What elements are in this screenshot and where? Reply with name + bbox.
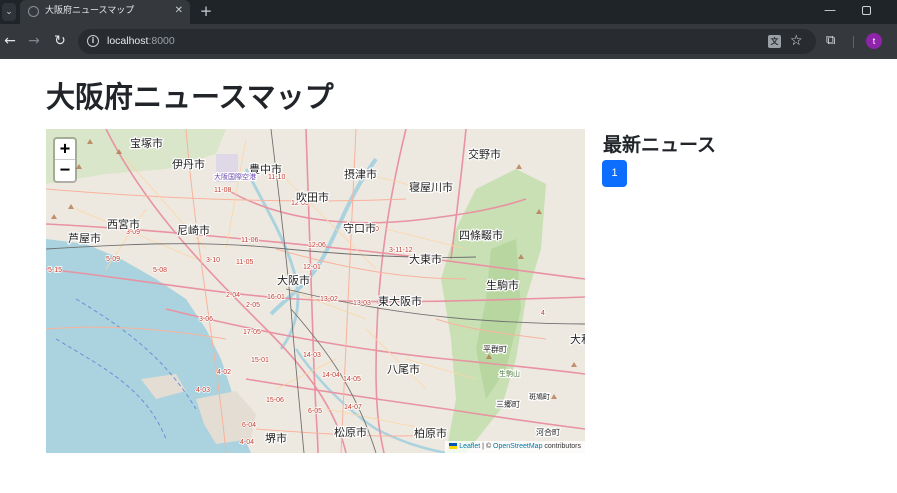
url-text: localhost:8000 (107, 35, 175, 47)
svg-text:4-03: 4-03 (196, 387, 210, 394)
svg-text:15-01: 15-01 (251, 357, 269, 364)
map-attribution: Leaflet | © OpenStreetMap contributors (445, 441, 585, 453)
svg-text:平群町: 平群町 (483, 344, 507, 354)
svg-text:11-08: 11-08 (214, 187, 231, 194)
svg-text:大東市: 大東市 (409, 252, 442, 266)
zoom-out-button[interactable]: − (55, 160, 75, 181)
svg-text:摂津市: 摂津市 (344, 167, 377, 181)
profile-avatar[interactable]: t (866, 33, 882, 49)
browser-toolbar: ← → ↻ i localhost:8000 文 ☆ ⧉ t (0, 24, 897, 59)
svg-text:生駒山: 生駒山 (499, 369, 520, 378)
svg-text:6-04: 6-04 (242, 422, 256, 429)
svg-text:17-05: 17-05 (243, 329, 261, 336)
svg-text:11-05: 11-05 (236, 259, 253, 266)
forward-arrow-icon[interactable]: → (26, 24, 42, 58)
svg-text:伊丹市: 伊丹市 (172, 157, 205, 171)
svg-text:14-03: 14-03 (303, 352, 321, 359)
svg-text:河合町: 河合町 (536, 427, 560, 437)
svg-text:大阪市: 大阪市 (277, 273, 310, 287)
svg-text:5-15: 5-15 (48, 267, 62, 274)
svg-text:13-03: 13-03 (353, 300, 371, 307)
svg-text:西宮市: 西宮市 (107, 217, 140, 231)
new-tab-plus-icon[interactable]: + (198, 0, 214, 22)
svg-text:4-02: 4-02 (217, 369, 231, 376)
svg-text:斑鳩町: 斑鳩町 (529, 392, 550, 401)
svg-text:三郷町: 三郷町 (496, 400, 520, 409)
svg-text:柏原市: 柏原市 (414, 426, 447, 440)
svg-text:12-01: 12-01 (303, 264, 321, 271)
back-arrow-icon[interactable]: ← (2, 24, 18, 58)
svg-text:四條畷市: 四條畷市 (459, 228, 503, 242)
svg-text:生駒市: 生駒市 (486, 278, 519, 292)
reload-icon[interactable]: ↻ (52, 24, 68, 58)
close-tab-icon[interactable]: ✕ (175, 0, 183, 22)
svg-text:尼崎市: 尼崎市 (177, 223, 210, 237)
news-heading: 最新ニュース (603, 134, 717, 156)
svg-text:14-04: 14-04 (322, 372, 340, 379)
zoom-control: + − (53, 137, 77, 183)
minimize-icon[interactable]: — (824, 0, 836, 20)
svg-text:交野市: 交野市 (468, 147, 501, 161)
svg-text:6-05: 6-05 (308, 408, 322, 415)
svg-text:16-01: 16-01 (267, 294, 285, 301)
svg-text:宝塚市: 宝塚市 (130, 136, 163, 150)
zoom-in-button[interactable]: + (55, 139, 75, 160)
svg-text:4: 4 (541, 310, 545, 317)
maximize-icon[interactable] (862, 6, 871, 15)
osm-link[interactable]: OpenStreetMap (493, 443, 542, 450)
svg-text:八尾市: 八尾市 (387, 362, 420, 376)
extensions-puzzle-icon[interactable]: ⧉ (826, 24, 835, 58)
svg-text:4-04: 4-04 (240, 439, 254, 446)
svg-text:3-06: 3-06 (199, 316, 213, 323)
svg-text:吹田市: 吹田市 (296, 190, 329, 204)
tab-search-chevron-icon[interactable]: ⌄ (2, 3, 16, 21)
svg-text:11-06: 11-06 (241, 237, 258, 244)
svg-text:13-02: 13-02 (320, 296, 338, 303)
svg-text:3-10: 3-10 (206, 257, 220, 264)
svg-text:14-07: 14-07 (344, 404, 362, 411)
translate-icon[interactable]: 文 (768, 35, 781, 48)
page-title: 大阪府ニュースマップ (46, 80, 334, 114)
svg-text:5-08: 5-08 (153, 267, 167, 274)
svg-text:5-09: 5-09 (106, 256, 120, 263)
svg-text:寝屋川市: 寝屋川市 (409, 180, 453, 194)
svg-text:2-04: 2-04 (226, 292, 240, 299)
toolbar-divider (853, 36, 854, 48)
svg-text:大阪国際空港: 大阪国際空港 (214, 172, 256, 181)
svg-text:2-05: 2-05 (246, 302, 260, 309)
svg-text:14-05: 14-05 (343, 376, 361, 383)
ukraine-flag-icon (449, 443, 458, 449)
svg-text:守口市: 守口市 (343, 221, 376, 235)
map-tiles: 11-0811-1012-03 12-0613-103-11-12 11-063… (46, 129, 585, 453)
svg-text:芦屋市: 芦屋市 (68, 231, 101, 245)
svg-text:大和: 大和 (570, 332, 585, 346)
svg-text:松原市: 松原市 (334, 425, 367, 439)
pagination-page-1-button[interactable]: 1 (602, 160, 627, 187)
leaflet-link[interactable]: Leaflet (459, 443, 480, 450)
bookmark-star-icon[interactable]: ☆ (790, 29, 803, 54)
address-bar[interactable]: i localhost:8000 文 ☆ (78, 29, 816, 54)
svg-text:12-06: 12-06 (308, 242, 326, 249)
browser-tab[interactable]: 大阪府ニュースマップ ✕ (20, 0, 190, 24)
globe-icon (28, 6, 39, 17)
svg-text:堺市: 堺市 (265, 431, 287, 445)
browser-tab-bar: ⌄ 大阪府ニュースマップ ✕ + — (0, 0, 897, 24)
tab-title: 大阪府ニュースマップ (45, 6, 135, 16)
svg-text:東大阪市: 東大阪市 (378, 294, 422, 308)
site-info-icon[interactable]: i (87, 35, 99, 47)
svg-text:15-06: 15-06 (266, 397, 284, 404)
news-map[interactable]: 11-08 11-10 12-03 12-06 13-10 3-11-12 11-06 3… (46, 129, 585, 453)
